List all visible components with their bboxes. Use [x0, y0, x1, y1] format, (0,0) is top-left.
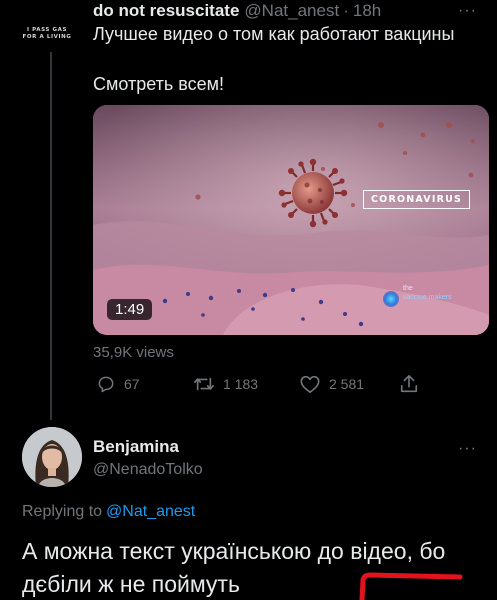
red-annotation-mark	[359, 572, 463, 600]
logo-text-line-2: vaccine makers	[403, 294, 452, 301]
tweet-more-icon[interactable]: ···	[458, 2, 477, 20]
header-separator: ·	[343, 1, 349, 20]
logo-text-line-1: the	[403, 285, 413, 292]
reply-icon	[98, 376, 114, 393]
like-count: 2 581	[329, 376, 365, 392]
replying-to-mention[interactable]: @Nat_anest	[106, 503, 195, 520]
reply-count: 67	[124, 376, 140, 392]
retweet-count: 1 183	[223, 376, 259, 392]
video-player[interactable]: CORONAVIRUS the vaccine makers 1:49	[93, 105, 489, 335]
avatar-photo	[22, 427, 82, 487]
thread-connector-line	[50, 52, 52, 420]
view-count: 35,9K views	[93, 344, 174, 361]
tweet-text-line-1: Лучшее видео о том как работают вакцины	[93, 24, 455, 44]
replying-to-label: Replying to	[22, 503, 103, 520]
reply-author-avatar[interactable]	[22, 427, 82, 487]
reply-more-icon[interactable]: ···	[458, 440, 477, 458]
tweet-text-line-2: Смотреть всем!	[93, 74, 225, 94]
logo-icon	[383, 291, 399, 307]
reply-author-name[interactable]: Benjamina	[93, 437, 179, 457]
avatar-text-line-2: FOR A LIVING	[22, 34, 72, 40]
avatar-text-line-1: I PASS GAS	[26, 27, 68, 33]
vaccine-makers-logo: the vaccine makers	[383, 285, 463, 313]
reply-author-handle[interactable]: @NenadoTolko	[93, 461, 203, 479]
author-handle[interactable]: @Nat_anest	[244, 1, 339, 21]
tweet-time[interactable]: 18h	[353, 1, 381, 21]
like-button[interactable]: 2 581	[299, 373, 364, 395]
share-icon	[400, 375, 418, 393]
video-duration-badge: 1:49	[107, 299, 153, 320]
author-avatar[interactable]: I PASS GAS FOR A LIVING	[22, 20, 72, 48]
like-icon	[300, 375, 320, 393]
tweet-header: do not resuscitate @Nat_anest · 18h	[93, 0, 381, 22]
replying-to: Replying to @Nat_anest	[22, 503, 195, 521]
retweet-button[interactable]: 1 183	[193, 373, 258, 395]
retweet-icon	[194, 377, 214, 391]
author-name[interactable]: do not resuscitate	[93, 1, 239, 21]
share-button[interactable]	[399, 373, 427, 395]
reply-button[interactable]: 67	[96, 373, 140, 395]
video-caption-label: CORONAVIRUS	[363, 190, 471, 209]
